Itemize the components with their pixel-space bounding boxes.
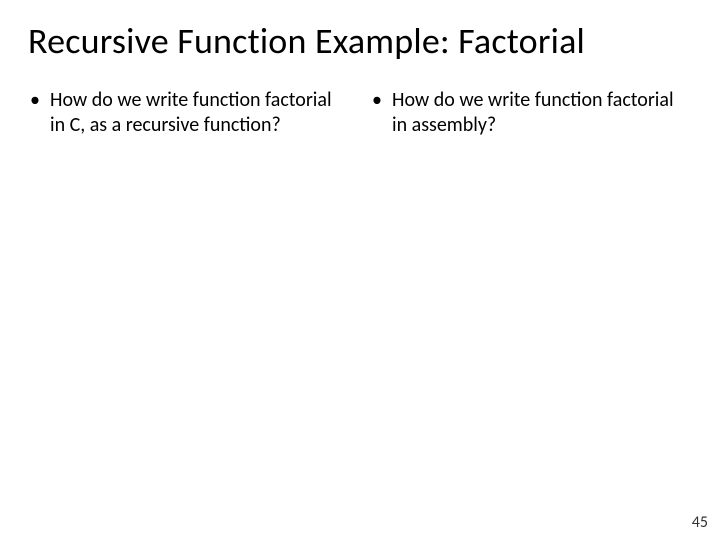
bullet-item: • How do we write function factorial in …: [28, 88, 350, 139]
bullet-marker-icon: •: [370, 88, 392, 114]
slide: Recursive Function Example: Factorial • …: [0, 0, 720, 540]
content-columns: • How do we write function factorial in …: [28, 88, 692, 139]
page-number: 45: [692, 513, 708, 532]
slide-title: Recursive Function Example: Factorial: [28, 22, 692, 62]
left-bullet-text: How do we write function factorial in C,…: [50, 88, 350, 139]
bullet-item: • How do we write function factorial in …: [370, 88, 692, 139]
bullet-marker-icon: •: [28, 88, 50, 114]
right-column: • How do we write function factorial in …: [370, 88, 692, 139]
left-column: • How do we write function factorial in …: [28, 88, 350, 139]
right-bullet-text: How do we write function factorial in as…: [392, 88, 692, 139]
